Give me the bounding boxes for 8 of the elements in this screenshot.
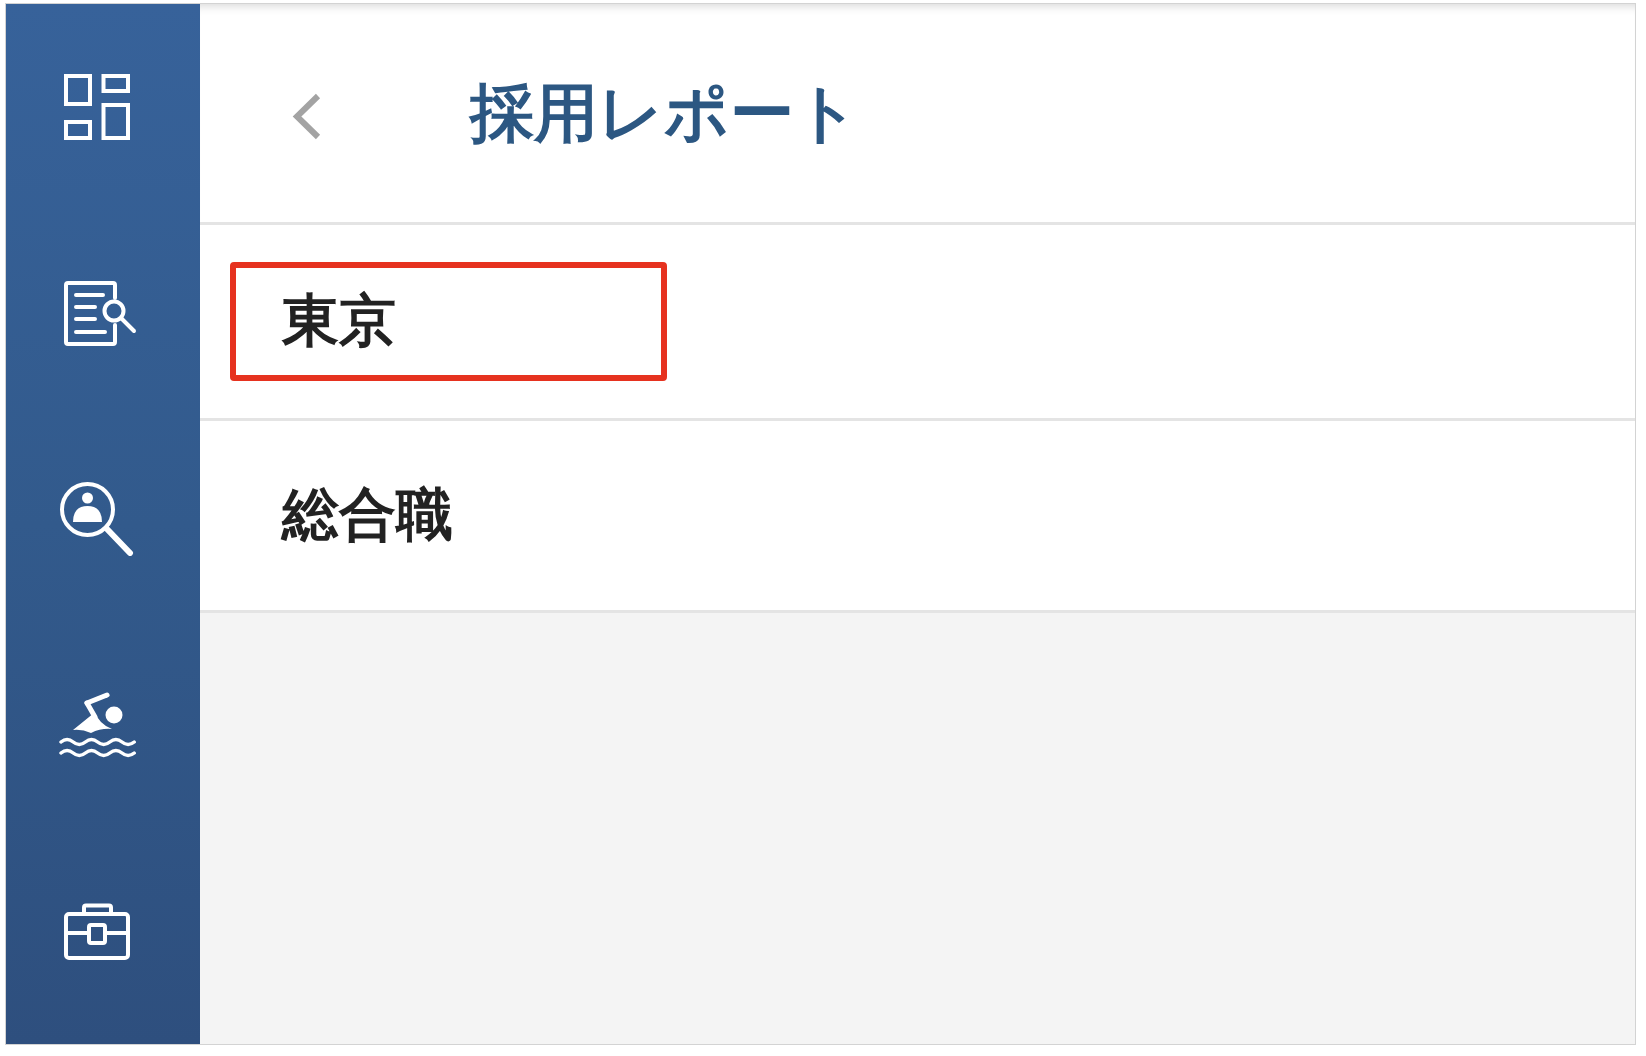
dashboard-icon[interactable] [64,74,130,140]
list-item[interactable]: 東京 [200,225,1635,421]
person-search-icon[interactable] [60,482,134,556]
document-search-icon[interactable] [64,280,137,346]
swimmer-icon[interactable] [59,692,136,758]
list-item[interactable]: 総合職 [200,421,1635,613]
page-title: 採用レポート [470,74,860,152]
briefcase-icon[interactable] [64,902,130,960]
